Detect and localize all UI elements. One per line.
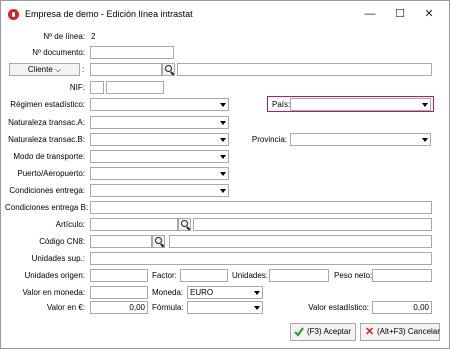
valor-eur-input[interactable]: 0,00 (90, 301, 148, 314)
dialog-window: Empresa de demo - Edición línea intrasta… (0, 0, 450, 349)
cliente-type-select[interactable]: Cliente ⌵ (9, 63, 80, 76)
title-bar: Empresa de demo - Edición línea intrasta… (1, 1, 449, 27)
valor-moneda-input[interactable] (90, 286, 148, 299)
moneda-label: Moneda: (152, 288, 184, 297)
puerto-select[interactable] (90, 167, 229, 180)
regimen-select[interactable] (90, 98, 229, 111)
articulo-label: Artículo: (55, 220, 85, 229)
natA-select[interactable] (90, 116, 229, 129)
accept-label: (F3) Aceptar (307, 327, 352, 336)
documento-label: Nº documento: (32, 48, 85, 57)
nif-label: NIF: (69, 83, 85, 92)
cliente-name-input[interactable] (177, 63, 432, 76)
search-icon (165, 65, 172, 72)
formula-select[interactable] (187, 301, 263, 314)
search-icon (155, 237, 162, 244)
natB-label: Naturaleza transac.B: (8, 135, 85, 144)
condicionesB-label: Condiciones entrega B: (5, 203, 89, 212)
dropdown-arrow-icon (220, 155, 226, 159)
dropdown-arrow-icon (220, 103, 226, 107)
valor-est-input[interactable]: 0,00 (372, 301, 432, 314)
condiciones-select[interactable] (90, 184, 229, 197)
factor-label: Factor: (152, 271, 177, 280)
transporte-select[interactable] (90, 150, 229, 163)
unidades-origen-label: Unidades origen: (24, 271, 85, 280)
cancel-icon: ✕ (365, 326, 375, 338)
pais-select[interactable] (290, 98, 431, 111)
minimize-button[interactable]: — (356, 5, 384, 23)
peso-label: Peso neto: (334, 271, 373, 280)
dropdown-arrow-icon (220, 189, 226, 193)
valor-moneda-label: Valor en moneda: (22, 288, 85, 297)
regimen-label: Régimen estadístico: (10, 100, 85, 109)
cliente-code-input[interactable] (90, 63, 162, 76)
cn8-search-button[interactable] (152, 235, 165, 248)
formula-label: Fórmula: (152, 303, 184, 312)
peso-input[interactable] (372, 269, 432, 282)
provincia-select[interactable] (290, 133, 431, 146)
cliente-type-label: Cliente (27, 65, 53, 74)
condicionesB-input[interactable] (90, 201, 432, 214)
unidades-label: Unidades: (232, 271, 269, 280)
cliente-search-button[interactable] (162, 63, 175, 76)
linea-label: Nº de línea: (43, 32, 85, 41)
dropdown-arrow-icon (220, 121, 226, 125)
natA-label: Naturaleza transac.A: (8, 118, 85, 127)
unidades-sup-label: Unidades sup.: (31, 254, 85, 263)
nif-input[interactable] (106, 81, 164, 94)
unidades-sup-input[interactable] (90, 252, 432, 265)
close-button[interactable]: ✕ (415, 5, 443, 23)
condiciones-label: Condiciones entrega: (9, 186, 85, 195)
linea-value: 2 (91, 32, 96, 41)
articulo-search-button[interactable] (178, 218, 191, 231)
dropdown-arrow-icon (254, 306, 260, 310)
provincia-label: Provincia: (251, 135, 287, 144)
search-icon (181, 220, 188, 227)
maximize-button[interactable]: ☐ (386, 5, 414, 23)
natB-select[interactable] (90, 133, 229, 146)
unidades-origen-input[interactable] (90, 269, 148, 282)
dropdown-arrow-icon (422, 103, 428, 107)
puerto-label: Puerto/Aeropuerto: (17, 169, 85, 178)
cn8-code-input[interactable] (90, 235, 152, 248)
check-icon (294, 327, 304, 337)
dropdown-arrow-icon (422, 138, 428, 142)
dropdown-arrow-icon (220, 172, 226, 176)
chevron-down-icon: ⌵ (55, 65, 62, 74)
articulo-code-input[interactable] (90, 218, 178, 231)
transporte-label: Modo de transporte: (13, 152, 85, 161)
cn8-label: Código CN8: (39, 237, 85, 246)
accept-button[interactable]: (F3) Aceptar (290, 323, 356, 341)
articulo-name-input[interactable] (193, 218, 432, 231)
cancel-label: (Alt+F3) Cancelar (377, 327, 440, 336)
valor-est-label: Valor estadístico: (308, 303, 369, 312)
cn8-name-input[interactable] (169, 235, 432, 248)
factor-input[interactable] (180, 269, 228, 282)
dropdown-arrow-icon (220, 138, 226, 142)
moneda-select[interactable]: EURO (187, 286, 263, 299)
cancel-button[interactable]: ✕ (Alt+F3) Cancelar (360, 323, 440, 341)
moneda-value: EURO (190, 288, 214, 297)
window-title: Empresa de demo - Edición línea intrasta… (25, 9, 193, 19)
app-icon (8, 9, 19, 20)
dropdown-arrow-icon (254, 291, 260, 295)
valor-eur-label: Valor en €: (46, 303, 85, 312)
nif-prefix-input[interactable] (90, 81, 104, 94)
documento-input[interactable] (90, 46, 174, 59)
pais-label: País: (272, 100, 291, 109)
unidades-input[interactable] (269, 269, 329, 282)
cliente-colon: : (82, 65, 85, 74)
